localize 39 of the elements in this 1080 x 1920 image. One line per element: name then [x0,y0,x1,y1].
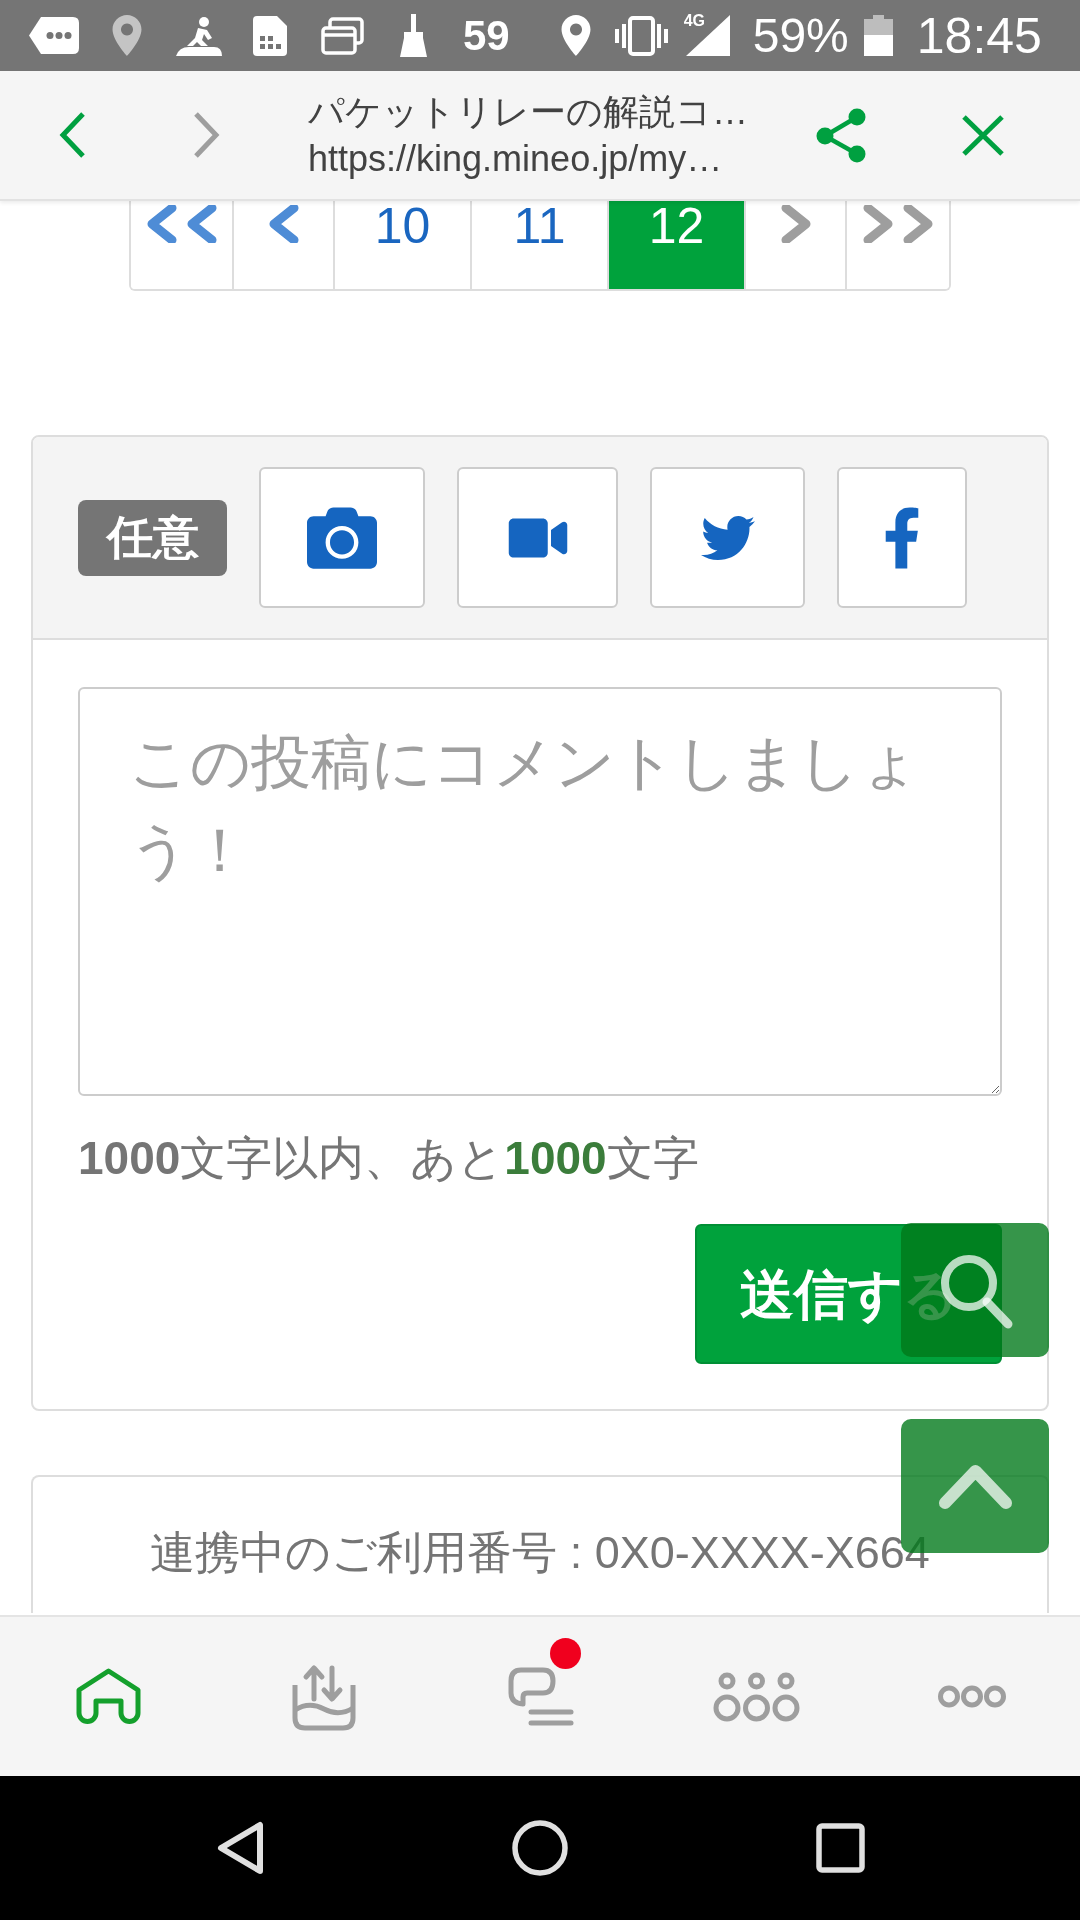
circles-icon[interactable] [712,1671,800,1722]
video-button[interactable] [457,467,618,608]
signal-icon [685,15,730,56]
network-type: 4G [683,13,706,29]
page-url: https://king.mineo.jp/my… [308,137,723,181]
chevron-up-icon [937,1462,1013,1510]
linked-number: 連携中のご利用番号 : 0X0-XXXX-X664 [150,1526,930,1580]
location-pin-icon [560,15,591,56]
back-icon[interactable] [59,111,86,159]
character-count: 1000文字以内、あと 1000文字 [78,1131,699,1186]
camera-button[interactable] [259,467,425,608]
home-circle-icon[interactable] [512,1820,568,1876]
close-icon[interactable] [961,113,1005,157]
share-icon[interactable] [816,107,866,163]
tag-dots-icon [29,17,79,54]
vibrate-icon [614,15,668,56]
chat-lines-icon[interactable] [506,1667,574,1726]
optional-badge: 任意 [78,499,227,576]
comment-input[interactable]: この投稿にコメントしましょう！ [78,687,1002,1096]
notification-count: 59 [463,14,510,57]
twitter-button[interactable] [650,467,805,608]
search-button[interactable] [901,1223,1049,1357]
more-dots-icon[interactable] [938,1685,1006,1708]
location-pin-icon [112,15,142,56]
brush-icon [400,14,427,57]
tray-arrows-icon[interactable] [291,1662,357,1731]
home-icon[interactable] [75,1668,141,1725]
sim-card-icon [253,15,287,56]
page-button[interactable]: 12 [609,201,746,289]
battery-icon [863,15,893,56]
battery-percent: 59% [752,11,849,60]
facebook-button[interactable] [837,467,967,608]
page-title: パケットリレーの解説コ… [308,90,748,134]
recents-square-icon[interactable] [815,1823,865,1873]
windows-icon [321,16,364,55]
back-triangle-icon[interactable] [216,1821,264,1875]
clock-time: 18:45 [916,10,1042,61]
first-page-button[interactable] [131,201,234,289]
person-icon [176,15,222,56]
